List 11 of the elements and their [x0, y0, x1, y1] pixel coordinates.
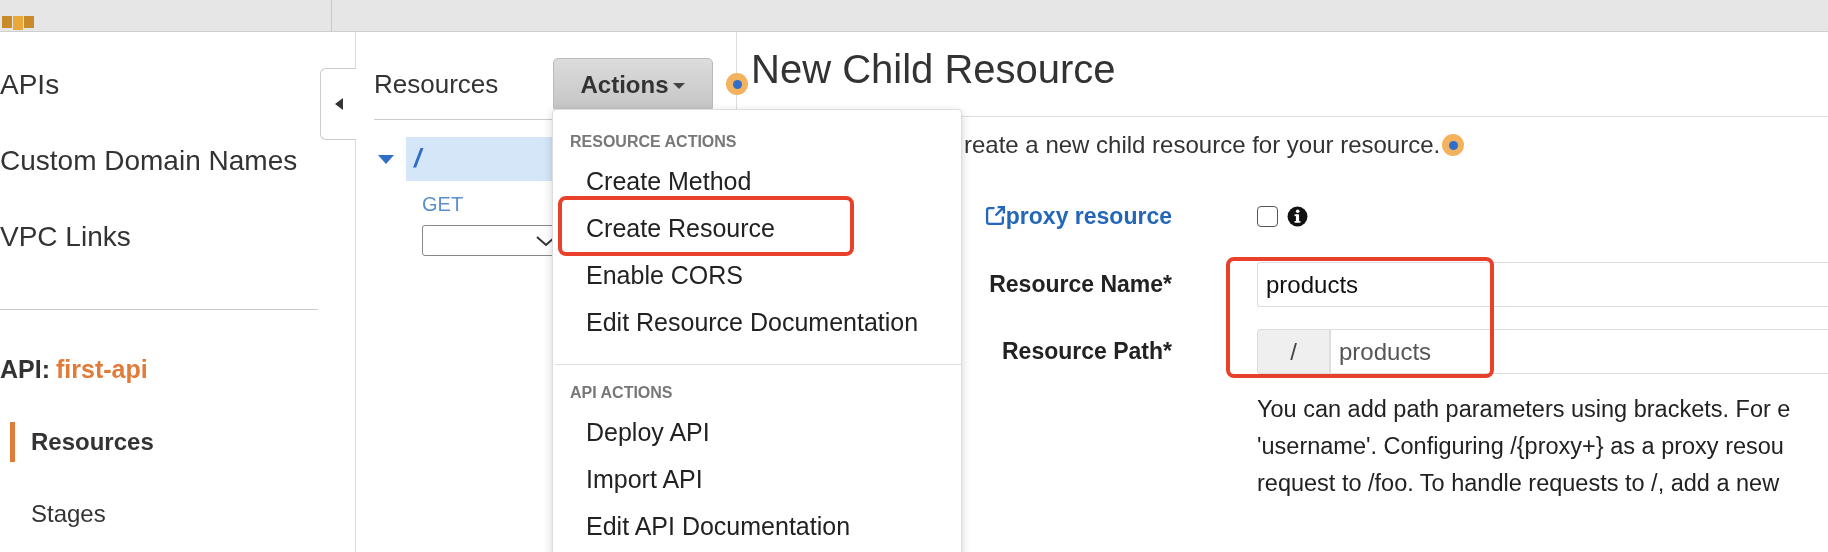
menu-heading: RESOURCE ACTIONS — [569, 132, 738, 152]
api-label: API: — [0, 354, 50, 386]
panel-title: Resources — [374, 68, 500, 101]
field-label: Resource Path* — [1001, 337, 1172, 367]
field-label: Resource Name* — [988, 270, 1172, 300]
menu-heading: API ACTIONS — [569, 383, 674, 403]
help-text: You can add path parameters using brackets. For e 'username'. Configuring /{proxy+} as a proxy resou request to /foo. To handle requests to /, add a new — [1257, 395, 1791, 498]
api-name: first-api — [56, 354, 148, 386]
path-prefix: / — [1257, 329, 1330, 374]
page-title: New Child Resource — [751, 46, 1116, 93]
intro-text: reate a new child resource for your resource. — [964, 130, 1441, 160]
